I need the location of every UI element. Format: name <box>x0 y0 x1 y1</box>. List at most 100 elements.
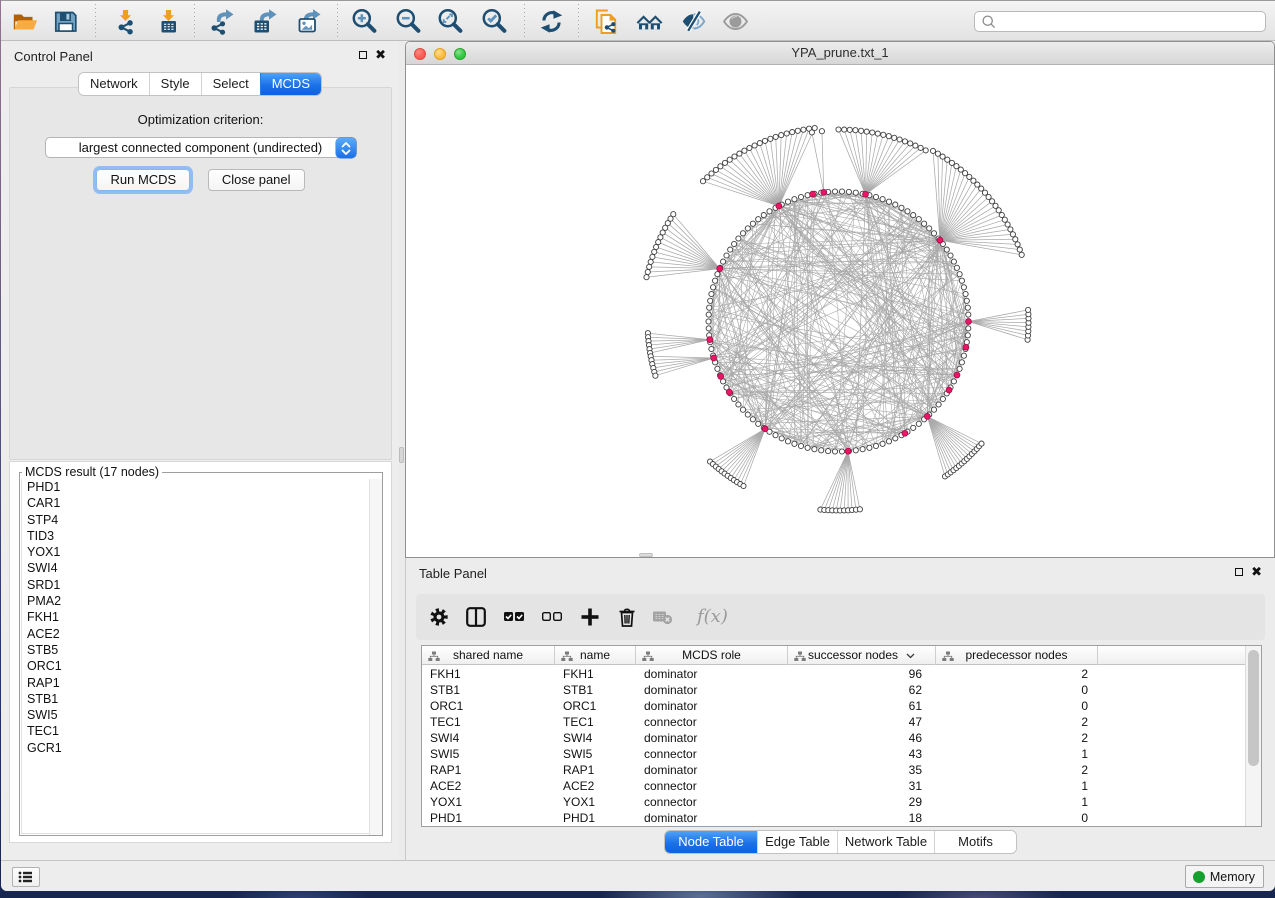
tab-motifs[interactable]: Motifs <box>934 831 1016 853</box>
mcds-result-node[interactable]: STP4 <box>22 512 380 528</box>
tab-select[interactable]: Select <box>201 73 260 95</box>
mcds-result-node[interactable]: RAP1 <box>22 675 380 691</box>
select-all-checkboxes-icon[interactable] <box>503 606 525 628</box>
gear-icon[interactable] <box>428 606 450 628</box>
column-type-icon <box>642 650 654 665</box>
column-header-predecessor-nodes[interactable]: predecessor nodes <box>936 646 1098 665</box>
tab-network[interactable]: Network <box>79 73 149 95</box>
table-scrollbar[interactable] <box>1245 646 1261 826</box>
open-file-icon[interactable] <box>12 8 39 35</box>
mcds-result-node[interactable]: SWI5 <box>22 707 380 723</box>
mcds-result-node[interactable]: STB5 <box>22 642 380 658</box>
mcds-result-node[interactable]: ORC1 <box>22 658 380 674</box>
delete-column-icon[interactable] <box>616 606 638 628</box>
cell-successor-nodes: 43 <box>788 746 936 762</box>
zoom-out-icon[interactable] <box>395 8 422 35</box>
refresh-layout-icon[interactable] <box>538 8 565 35</box>
zoom-in-icon[interactable] <box>351 8 378 35</box>
delete-table-icon <box>652 606 674 628</box>
network-canvas[interactable] <box>406 65 1274 557</box>
zoom-fit-icon[interactable] <box>437 8 464 35</box>
toolbar-separator <box>524 4 525 38</box>
column-header-name[interactable]: name <box>555 646 636 665</box>
tab-network-table[interactable]: Network Table <box>837 831 934 853</box>
cell-name: SWI4 <box>555 730 636 746</box>
mcds-result-node[interactable]: TEC1 <box>22 723 380 739</box>
split-columns-icon[interactable] <box>465 606 487 628</box>
tab-style[interactable]: Style <box>149 73 201 95</box>
mcds-result-node[interactable]: STB1 <box>22 691 380 707</box>
add-column-icon[interactable] <box>579 606 601 628</box>
export-network-icon[interactable] <box>209 8 236 35</box>
cell-predecessor-nodes: 0 <box>936 810 1098 826</box>
table-row[interactable]: STB1STB1dominator620 <box>422 682 1245 698</box>
table-row[interactable]: SWI5SWI5connector431 <box>422 746 1245 762</box>
import-table-icon[interactable] <box>155 8 182 35</box>
mcds-result-node[interactable]: PHD1 <box>22 479 380 495</box>
network-view-window: YPA_prune.txt_1 <box>405 41 1275 558</box>
column-header-shared-name[interactable]: shared name <box>422 646 555 665</box>
cell-predecessor-nodes: 1 <box>936 794 1098 810</box>
mcds-result-node[interactable]: ACE2 <box>22 626 380 642</box>
column-header-successor-nodes[interactable]: successor nodes <box>788 646 936 665</box>
table-row[interactable]: TEC1TEC1connector472 <box>422 714 1245 730</box>
table-row[interactable]: FKH1FKH1dominator962 <box>422 666 1245 682</box>
search-input[interactable] <box>974 11 1266 32</box>
mcds-result-node[interactable]: YOX1 <box>22 544 380 560</box>
column-type-icon <box>794 650 806 665</box>
minimize-window-icon[interactable] <box>434 48 446 60</box>
node-table: shared namenameMCDS rolesuccessor nodesp… <box>421 645 1262 827</box>
tab-mcds[interactable]: MCDS <box>260 73 321 95</box>
close-panel-button[interactable]: Close panel <box>208 169 305 191</box>
zoom-selected-icon[interactable] <box>481 8 508 35</box>
column-type-icon <box>428 650 440 665</box>
import-network-icon[interactable] <box>112 8 139 35</box>
table-row[interactable]: ACE2ACE2connector311 <box>422 778 1245 794</box>
mcds-result-node[interactable]: PMA2 <box>22 593 380 609</box>
deselect-all-checkboxes-icon[interactable] <box>541 606 563 628</box>
maximize-window-icon[interactable] <box>454 48 466 60</box>
mcds-result-list[interactable]: PHD1CAR1STP4TID3YOX1SWI4SRD1PMA2FKH1ACE2… <box>21 479 381 834</box>
hide-panel-icon[interactable] <box>680 8 707 35</box>
vertical-splitter-grip[interactable] <box>399 447 404 463</box>
cell-predecessor-nodes: 2 <box>936 714 1098 730</box>
show-all-networks-icon[interactable] <box>636 8 663 35</box>
table-panel-tabs: Node TableEdge TableNetwork TableMotifs <box>406 831 1275 853</box>
table-row[interactable]: PHD1PHD1dominator180 <box>422 810 1245 826</box>
column-header-MCDS-role[interactable]: MCDS role <box>636 646 788 665</box>
float-panel-icon[interactable] <box>359 51 367 59</box>
show-panel-icon[interactable] <box>722 8 749 35</box>
table-row[interactable]: SWI4SWI4dominator462 <box>422 730 1245 746</box>
mcds-result-scrollbar[interactable] <box>369 479 382 835</box>
memory-button[interactable]: Memory <box>1185 865 1264 888</box>
network-window-titlebar[interactable]: YPA_prune.txt_1 <box>406 42 1274 65</box>
save-session-icon[interactable] <box>52 8 79 35</box>
horizontal-splitter-grip[interactable] <box>639 553 653 557</box>
clone-network-icon[interactable] <box>593 8 620 35</box>
table-row[interactable]: YOX1YOX1connector291 <box>422 794 1245 810</box>
mcds-result-node[interactable]: GCR1 <box>22 740 380 756</box>
cell-name: STB1 <box>555 682 636 698</box>
table-row[interactable]: ORC1ORC1dominator610 <box>422 698 1245 714</box>
mcds-result-node[interactable]: SRD1 <box>22 577 380 593</box>
close-window-icon[interactable] <box>414 48 426 60</box>
run-mcds-button[interactable]: Run MCDS <box>96 169 190 191</box>
mcds-result-node[interactable]: CAR1 <box>22 495 380 511</box>
cell-successor-nodes: 18 <box>788 810 936 826</box>
close-panel-icon[interactable]: ✖ <box>375 47 386 63</box>
float-table-panel-icon[interactable] <box>1235 568 1243 576</box>
criterion-select[interactable]: largest connected component (undirected) <box>45 137 357 158</box>
table-panel: Table Panel ✖ f(x) shared namenameMCDS r… <box>405 558 1275 860</box>
table-scrollbar-thumb[interactable] <box>1248 650 1259 766</box>
close-table-panel-icon[interactable]: ✖ <box>1251 564 1262 580</box>
cell-shared-name: STB1 <box>422 682 555 698</box>
task-history-button[interactable] <box>12 867 40 887</box>
export-image-icon[interactable] <box>296 8 323 35</box>
export-table-icon[interactable] <box>252 8 279 35</box>
tab-node-table[interactable]: Node Table <box>665 831 757 853</box>
tab-edge-table[interactable]: Edge Table <box>757 831 837 853</box>
mcds-result-node[interactable]: FKH1 <box>22 609 380 625</box>
mcds-result-node[interactable]: SWI4 <box>22 560 380 576</box>
table-row[interactable]: RAP1RAP1dominator352 <box>422 762 1245 778</box>
mcds-result-node[interactable]: TID3 <box>22 528 380 544</box>
